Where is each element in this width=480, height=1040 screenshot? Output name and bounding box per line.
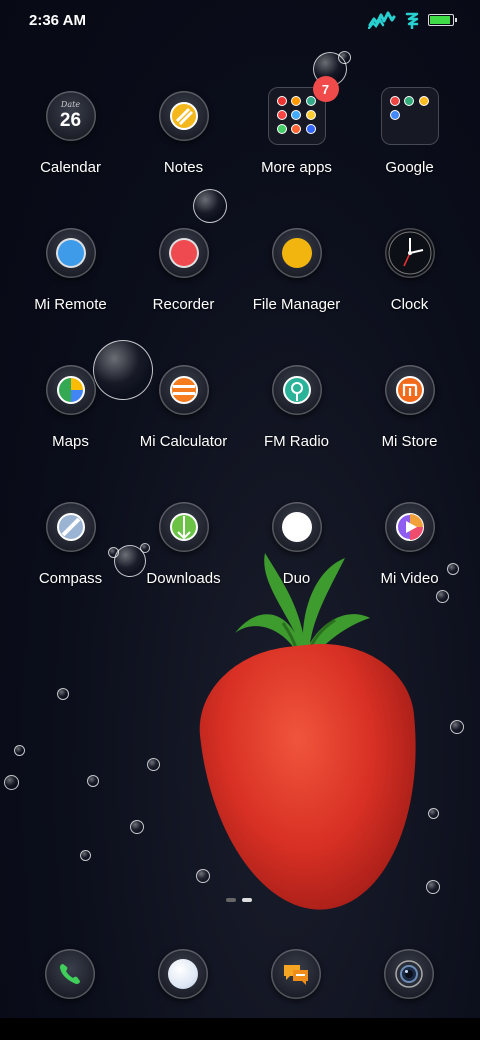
maps-icon	[45, 365, 96, 415]
bubble	[130, 820, 144, 834]
app-label: Mi Calculator	[139, 433, 228, 450]
bubble	[428, 808, 439, 819]
app-mi-remote[interactable]: Mi Remote	[14, 228, 127, 338]
calculator-icon	[158, 365, 209, 415]
app-compass[interactable]: Compass	[14, 502, 127, 612]
app-label: Mi Store	[381, 433, 438, 450]
battery-fill	[430, 16, 450, 24]
page-dot[interactable]	[226, 898, 236, 902]
downloads-icon	[158, 502, 209, 552]
app-notes[interactable]: Notes	[127, 91, 240, 201]
app-label: Maps	[52, 433, 89, 450]
mi-store-icon	[384, 365, 435, 415]
app-label: Mi Remote	[34, 296, 107, 313]
app-calendar[interactable]: Date 26 Calendar	[14, 91, 127, 201]
compass-glyph	[56, 513, 85, 541]
bubble	[57, 688, 69, 700]
clock-face	[388, 231, 431, 275]
status-bar: 2:36 AM	[0, 0, 480, 44]
battery-icon	[428, 14, 457, 26]
bubble	[338, 51, 351, 64]
navigation-bar	[0, 1018, 480, 1040]
mi-store-glyph	[395, 376, 424, 404]
notes-glyph	[169, 102, 198, 130]
app-downloads[interactable]: Downloads	[127, 502, 240, 612]
app-mi-video[interactable]: Mi Video	[353, 502, 466, 612]
app-maps[interactable]: Maps	[14, 365, 127, 475]
calendar-icon: Date 26	[45, 91, 96, 141]
app-label: Clock	[390, 296, 429, 313]
app-google-folder[interactable]: Google	[353, 88, 466, 198]
calendar-header: Date	[60, 100, 81, 109]
notification-badge: 7	[312, 76, 339, 102]
app-label: Downloads	[146, 570, 221, 587]
app-recorder[interactable]: Recorder	[127, 228, 240, 338]
fm-radio-icon	[271, 365, 322, 415]
fm-radio-glyph	[282, 376, 311, 404]
dock-messages[interactable]	[271, 949, 321, 999]
app-mi-calculator[interactable]: Mi Calculator	[127, 365, 240, 475]
duo-icon	[271, 502, 322, 552]
downloads-glyph	[169, 513, 198, 541]
clock-icon	[384, 228, 435, 278]
compass-icon	[45, 502, 96, 552]
app-more-apps-folder[interactable]: 7 More apps	[240, 76, 353, 198]
remote-icon	[45, 228, 96, 278]
status-icons	[368, 11, 457, 29]
bubble	[4, 775, 19, 790]
app-file-manager[interactable]: File Manager	[240, 228, 353, 338]
bubble	[450, 720, 464, 734]
bubble	[87, 775, 99, 787]
bubble	[147, 758, 160, 771]
bubble	[80, 850, 91, 861]
browser-icon	[168, 959, 198, 989]
messages-icon	[284, 965, 308, 985]
page-dot-active[interactable]	[242, 898, 252, 902]
page-indicator	[226, 898, 252, 902]
video-glyph	[395, 513, 424, 541]
app-duo[interactable]: Duo	[240, 502, 353, 612]
camera-icon	[395, 960, 423, 988]
app-label: File Manager	[252, 296, 341, 313]
app-mi-store[interactable]: Mi Store	[353, 365, 466, 475]
bubble	[426, 880, 440, 894]
app-label: FM Radio	[263, 433, 330, 450]
file-manager-icon	[271, 228, 322, 278]
notes-icon	[158, 91, 209, 141]
recorder-icon	[158, 228, 209, 278]
dock-camera[interactable]	[384, 949, 434, 999]
strawberry	[191, 634, 434, 921]
app-label: More apps	[261, 159, 332, 176]
app-label: Google	[385, 159, 434, 176]
signal-icon	[368, 11, 396, 29]
calculator-glyph	[169, 376, 198, 404]
app-label: Recorder	[152, 296, 215, 313]
wifi-icon	[405, 12, 419, 29]
calendar-day: 26	[59, 110, 82, 131]
app-label: Mi Video	[380, 570, 439, 587]
app-label: Compass	[38, 570, 103, 587]
google-folder-icon	[381, 88, 438, 144]
maps-glyph	[56, 376, 85, 404]
folder-icon: 7	[268, 76, 339, 144]
app-label: Calendar	[40, 159, 101, 176]
status-time: 2:36 AM	[29, 12, 86, 29]
bubble	[196, 869, 210, 883]
app-clock[interactable]: Clock	[353, 228, 466, 338]
dock-phone[interactable]	[45, 949, 95, 999]
dock-browser[interactable]	[158, 949, 208, 999]
app-label: Notes	[163, 159, 204, 176]
video-icon	[384, 502, 435, 552]
bubble	[14, 745, 25, 756]
phone-icon	[60, 964, 80, 984]
app-label: Duo	[282, 570, 311, 587]
app-fm-radio[interactable]: FM Radio	[240, 365, 353, 475]
